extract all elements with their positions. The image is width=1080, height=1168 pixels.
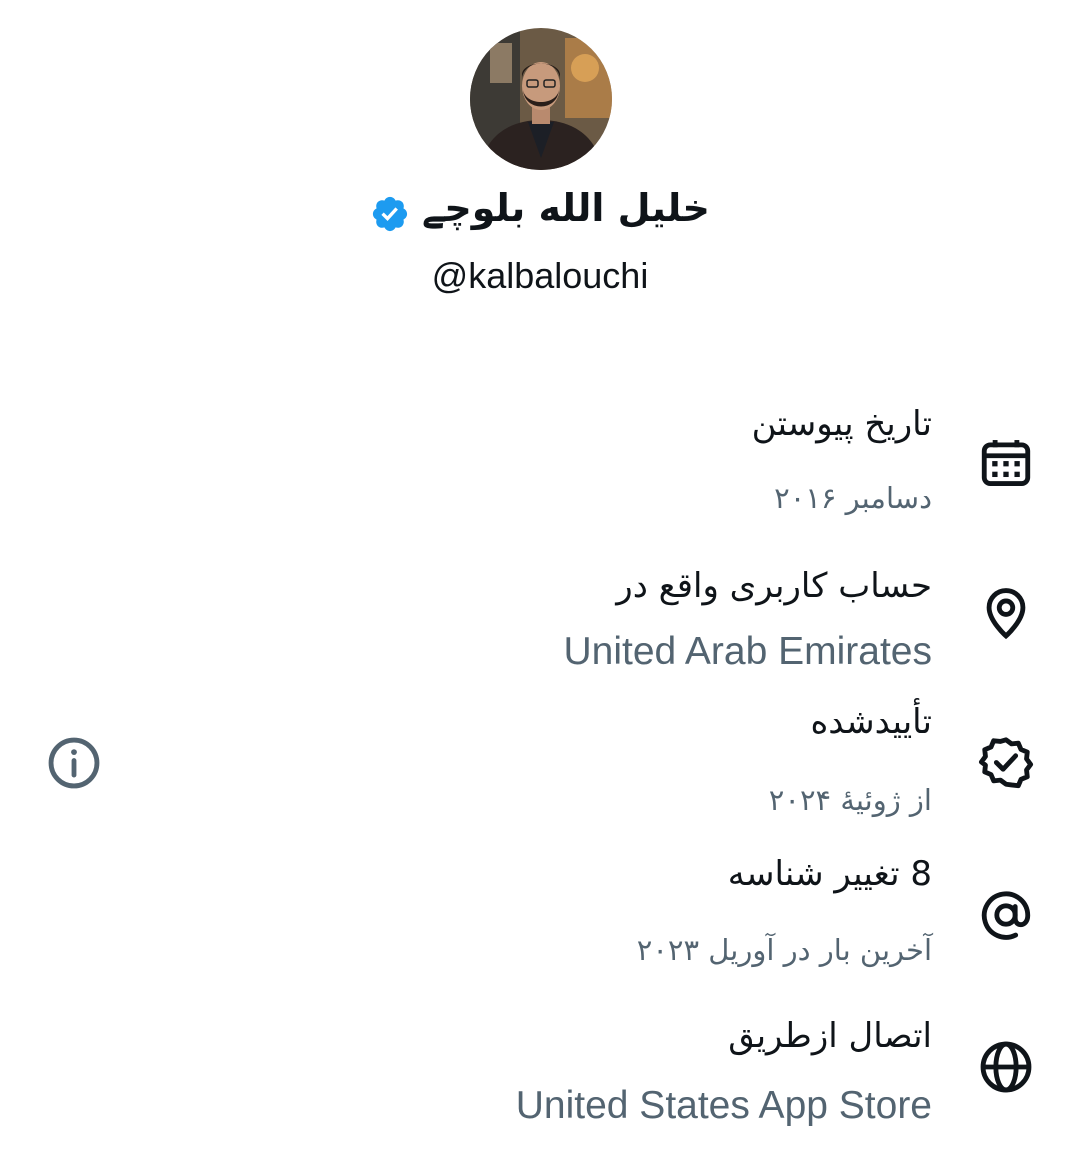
handle-changes-label: 8 تغییر شناسه <box>727 854 932 894</box>
connected-via-label: اتصال ازطریق <box>728 1016 932 1056</box>
verified-label: تأییدشده <box>810 702 932 742</box>
verified-check-icon <box>977 733 1035 791</box>
handle-changes-value: آخرین بار در آوریل ۲۰۲۳ <box>636 933 932 967</box>
calendar-icon <box>977 434 1035 492</box>
location-pin-icon <box>977 584 1035 642</box>
verified-since-value: از ژوئیهٔ ۲۰۲۴ <box>768 783 932 817</box>
account-location-label: حساب کاربری واقع در <box>616 566 932 606</box>
verified-badge-icon[interactable] <box>370 194 410 234</box>
join-date-value: دسامبر ۲۰۱۶ <box>774 481 932 515</box>
display-name: خلیل الله بلوچے <box>422 186 710 230</box>
avatar[interactable] <box>470 28 612 170</box>
user-handle: @kalbalouchi <box>431 255 649 296</box>
join-date-label: تاریخ پیوستن <box>751 404 932 444</box>
at-sign-icon <box>977 886 1035 944</box>
account-location-value: United Arab Emirates <box>563 630 932 673</box>
connected-via-value: United States App Store <box>515 1084 932 1127</box>
info-icon[interactable] <box>45 734 103 792</box>
globe-icon <box>977 1038 1035 1096</box>
profile-name-row: خلیل الله بلوچے <box>0 178 1080 238</box>
